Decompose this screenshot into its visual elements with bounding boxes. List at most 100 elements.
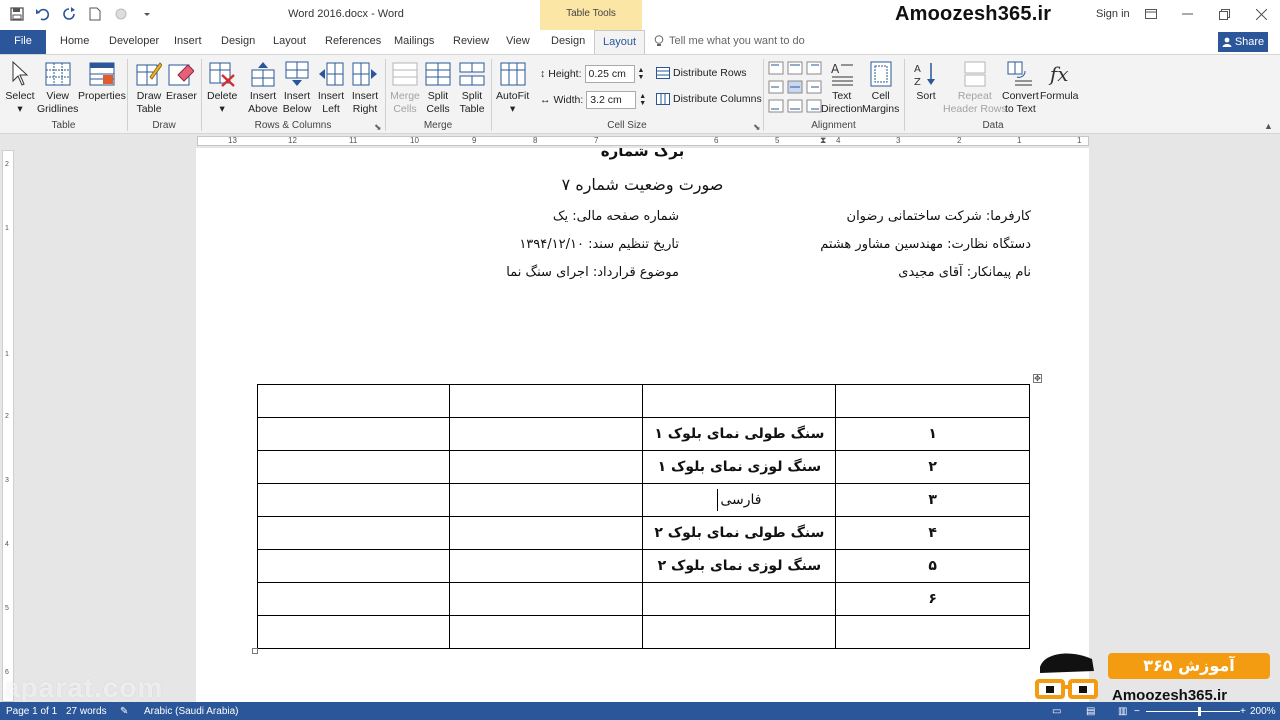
table-cell-number[interactable]: ۲ — [835, 450, 1030, 484]
table-cell[interactable] — [257, 582, 450, 616]
tab-table-layout[interactable]: Layout — [594, 30, 646, 55]
draw-table-button[interactable]: Draw Table — [134, 59, 164, 116]
table-cell[interactable] — [448, 384, 644, 418]
zoom-in-icon[interactable]: + — [1240, 706, 1246, 717]
table-cell[interactable] — [257, 549, 450, 583]
split-cells-button[interactable]: Split Cells — [423, 59, 453, 116]
zoom-slider-thumb[interactable] — [1198, 707, 1201, 716]
distribute-columns-button[interactable]: Distribute Columns — [656, 93, 762, 105]
vertical-ruler[interactable]: 2 1 1 2 3 4 5 6 — [2, 150, 14, 702]
table-cell-number[interactable] — [835, 384, 1030, 418]
table-cell-description[interactable]: سنگ لوزی نمای بلوک ۲ — [642, 549, 837, 583]
table-cell[interactable] — [448, 417, 644, 451]
tab-review[interactable]: Review — [453, 35, 489, 47]
tab-table-design[interactable]: Design — [551, 35, 585, 47]
table-cell-description[interactable] — [642, 582, 837, 616]
spinner-arrows-icon[interactable]: ▲ ▼ — [638, 67, 645, 81]
word-count[interactable]: 27 words — [66, 706, 107, 717]
table-cell-description[interactable]: سنگ لوزی نمای بلوک ۱ — [642, 450, 837, 484]
repeat-header-rows-button[interactable]: Repeat Header Rows — [943, 59, 1007, 116]
table-cell[interactable] — [257, 615, 450, 649]
ribbon-display-icon[interactable] — [1140, 5, 1162, 23]
read-mode-icon[interactable]: ▭ — [1052, 706, 1061, 717]
convert-to-text-button[interactable]: Convert to Text — [1002, 59, 1039, 116]
properties-button[interactable]: Properties — [78, 59, 126, 103]
table-cell-number[interactable] — [835, 615, 1030, 649]
data-table[interactable]: ۱ سنگ طولی نمای بلوک ۱ ۲ سنگ لوزی نمای ب… — [257, 384, 1030, 649]
tab-file[interactable]: File — [0, 30, 46, 54]
table-move-handle-icon[interactable]: ✥ — [1033, 374, 1042, 383]
zoom-out-icon[interactable]: − — [1134, 706, 1140, 717]
table-cell-description[interactable] — [642, 615, 837, 649]
tell-me-box[interactable]: Tell me what you want to do — [654, 35, 805, 47]
tab-mailings[interactable]: Mailings — [394, 35, 434, 47]
table-cell[interactable] — [257, 516, 450, 550]
tab-design[interactable]: Design — [221, 35, 255, 47]
view-gridlines-button[interactable]: View Gridlines — [37, 59, 78, 116]
horizontal-ruler[interactable]: 13 12 11 10 9 8 7 6 5 4 3 2 1 1 ⧗ — [0, 134, 1280, 148]
insert-right-button[interactable]: Insert Right — [350, 59, 380, 116]
table-cell[interactable] — [448, 516, 644, 550]
table-cell-number[interactable]: ۶ — [835, 582, 1030, 616]
table-cell-description[interactable]: سنگ طولی نمای بلوک ۲ — [642, 516, 837, 550]
tab-insert[interactable]: Insert — [174, 35, 202, 47]
cell-size-launcher-icon[interactable]: ⬊ — [753, 122, 761, 133]
document-page[interactable]: برگ شماره صورت وضعیت شماره ۷ کارفرما: شر… — [196, 148, 1089, 702]
text-direction-button[interactable]: A Text Direction — [821, 59, 862, 116]
table-cell-description-active[interactable]: فارسی — [642, 483, 837, 517]
eraser-button[interactable]: Eraser — [166, 59, 197, 103]
language-indicator[interactable]: Arabic (Saudi Arabia) — [144, 706, 239, 717]
page-count[interactable]: Page 1 of 1 — [6, 706, 57, 717]
table-cell[interactable] — [448, 483, 644, 517]
insert-above-button[interactable]: Insert Above — [248, 59, 278, 116]
zoom-slider[interactable] — [1146, 711, 1240, 712]
table-cell-number[interactable]: ۳ — [835, 483, 1030, 517]
insert-left-button[interactable]: Insert Left — [316, 59, 346, 116]
table-cell[interactable] — [448, 450, 644, 484]
rows-columns-launcher-icon[interactable]: ⬊ — [374, 122, 382, 133]
tab-view[interactable]: View — [506, 35, 530, 47]
merge-cells-button[interactable]: Merge Cells — [390, 59, 420, 116]
web-layout-icon[interactable]: ▥ — [1118, 706, 1127, 717]
proofing-icon[interactable]: ✎ — [120, 706, 128, 717]
delete-button[interactable]: Delete ▾ — [207, 59, 237, 116]
insert-below-button[interactable]: Insert Below — [282, 59, 312, 116]
select-button[interactable]: Select ▾ — [5, 59, 35, 116]
table-cell[interactable] — [448, 615, 644, 649]
minimize-icon[interactable] — [1176, 5, 1198, 23]
tab-layout[interactable]: Layout — [273, 35, 306, 47]
table-cell-description[interactable] — [642, 384, 837, 418]
tab-home[interactable]: Home — [60, 35, 89, 47]
restore-icon[interactable] — [1213, 5, 1235, 23]
spinner-arrows-icon[interactable]: ▲ ▼ — [639, 93, 646, 107]
share-button[interactable]: Share — [1218, 32, 1268, 52]
table-cell[interactable] — [257, 417, 450, 451]
table-cell-description[interactable]: سنگ طولی نمای بلوک ۱ — [642, 417, 837, 451]
width-spinner[interactable]: 3.2 cm — [586, 91, 637, 109]
formula-button[interactable]: fx Formula — [1040, 59, 1079, 103]
table-cell[interactable] — [448, 582, 644, 616]
table-cell-number[interactable]: ۴ — [835, 516, 1030, 550]
tab-references[interactable]: References — [325, 35, 381, 47]
table-cell[interactable] — [257, 450, 450, 484]
table-resize-handle[interactable] — [252, 648, 258, 654]
split-table-button[interactable]: Split Table — [457, 59, 487, 116]
table-cell[interactable] — [257, 483, 450, 517]
zoom-level[interactable]: 200% — [1250, 706, 1276, 717]
sign-in-link[interactable]: Sign in — [1096, 8, 1130, 20]
collapse-ribbon-icon[interactable]: ▲ — [1264, 121, 1273, 131]
distribute-rows-button[interactable]: Distribute Rows — [656, 67, 747, 79]
autofit-button[interactable]: AutoFit ▾ — [496, 59, 529, 116]
table-cell[interactable] — [448, 549, 644, 583]
indent-marker-icon[interactable]: ⧗ — [820, 135, 826, 146]
print-layout-icon[interactable]: ▤ — [1086, 706, 1095, 717]
height-spinner[interactable]: 0.25 cm — [584, 65, 635, 83]
table-cell-number[interactable]: ۱ — [835, 417, 1030, 451]
document-area[interactable]: برگ شماره صورت وضعیت شماره ۷ کارفرما: شر… — [16, 148, 1280, 702]
table-cell-number[interactable]: ۵ — [835, 549, 1030, 583]
tab-developer[interactable]: Developer — [109, 35, 159, 47]
close-icon[interactable] — [1250, 5, 1272, 23]
sort-button[interactable]: AZ Sort — [911, 59, 941, 103]
table-cell[interactable] — [257, 384, 450, 418]
cell-margins-button[interactable]: Cell Margins — [862, 59, 899, 116]
